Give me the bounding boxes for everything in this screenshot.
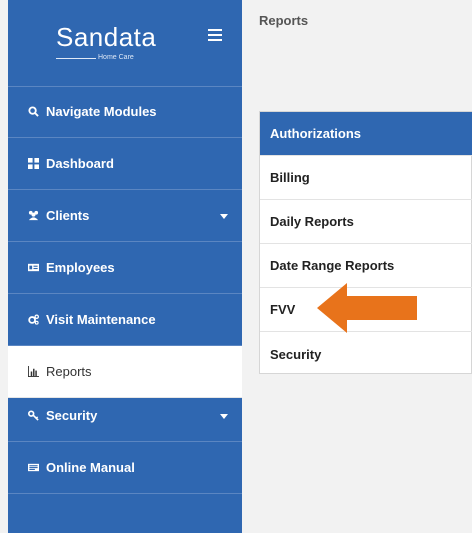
logo-divider: [56, 58, 96, 59]
sidebar-item-clients[interactable]: Clients: [8, 190, 242, 242]
sidebar-item-label: Security: [46, 408, 98, 423]
report-item-daily-reports[interactable]: Daily Reports: [260, 200, 472, 244]
users-icon: [28, 210, 39, 221]
sidebar-item-label: Clients: [46, 208, 90, 223]
brand-logo: Sandata: [56, 22, 157, 52]
chevron-down-icon[interactable]: [220, 213, 228, 219]
sidebar-item-label: Visit Maintenance: [46, 312, 156, 327]
report-menu-header[interactable]: Authorizations: [260, 112, 472, 156]
brand-header: Sandata Home Care: [8, 0, 242, 87]
sidebar-item-label: Navigate Modules: [46, 104, 157, 119]
sidebar-item-label: Dashboard: [46, 156, 114, 171]
sidebar-item-visit-maintenance[interactable]: Visit Maintenance: [8, 294, 242, 346]
report-item-security[interactable]: Security: [260, 332, 472, 376]
chevron-down-icon[interactable]: [220, 413, 228, 419]
brand-tagline: Home Care: [98, 54, 134, 61]
sidebar-item-dashboard[interactable]: Dashboard: [8, 138, 242, 190]
sidebar-item-security[interactable]: Security: [8, 390, 242, 442]
grid-icon: [28, 158, 39, 169]
report-item-date-range-reports[interactable]: Date Range Reports: [260, 244, 472, 288]
sidebar: Sandata Home Care Navigate Modules Dashb…: [8, 0, 242, 533]
bar-chart-icon: [28, 366, 39, 377]
book-icon: [28, 463, 39, 472]
key-icon: [28, 410, 39, 421]
sidebar-item-label: Employees: [46, 260, 115, 275]
id-card-icon: [28, 263, 39, 272]
sidebar-item-label: Online Manual: [46, 460, 135, 475]
sidebar-item-employees[interactable]: Employees: [8, 242, 242, 294]
hamburger-menu-icon[interactable]: [208, 29, 222, 41]
search-icon: [28, 106, 39, 117]
report-item-billing[interactable]: Billing: [260, 156, 472, 200]
page-title: Reports: [259, 13, 309, 28]
report-menu: Authorizations Billing Daily Reports Dat…: [259, 111, 472, 374]
arrow-left-icon: [317, 283, 417, 333]
gears-icon: [28, 314, 39, 325]
sidebar-item-navigate-modules[interactable]: Navigate Modules: [8, 86, 242, 138]
sidebar-item-label: Reports: [46, 364, 92, 379]
sidebar-item-online-manual[interactable]: Online Manual: [8, 442, 242, 494]
